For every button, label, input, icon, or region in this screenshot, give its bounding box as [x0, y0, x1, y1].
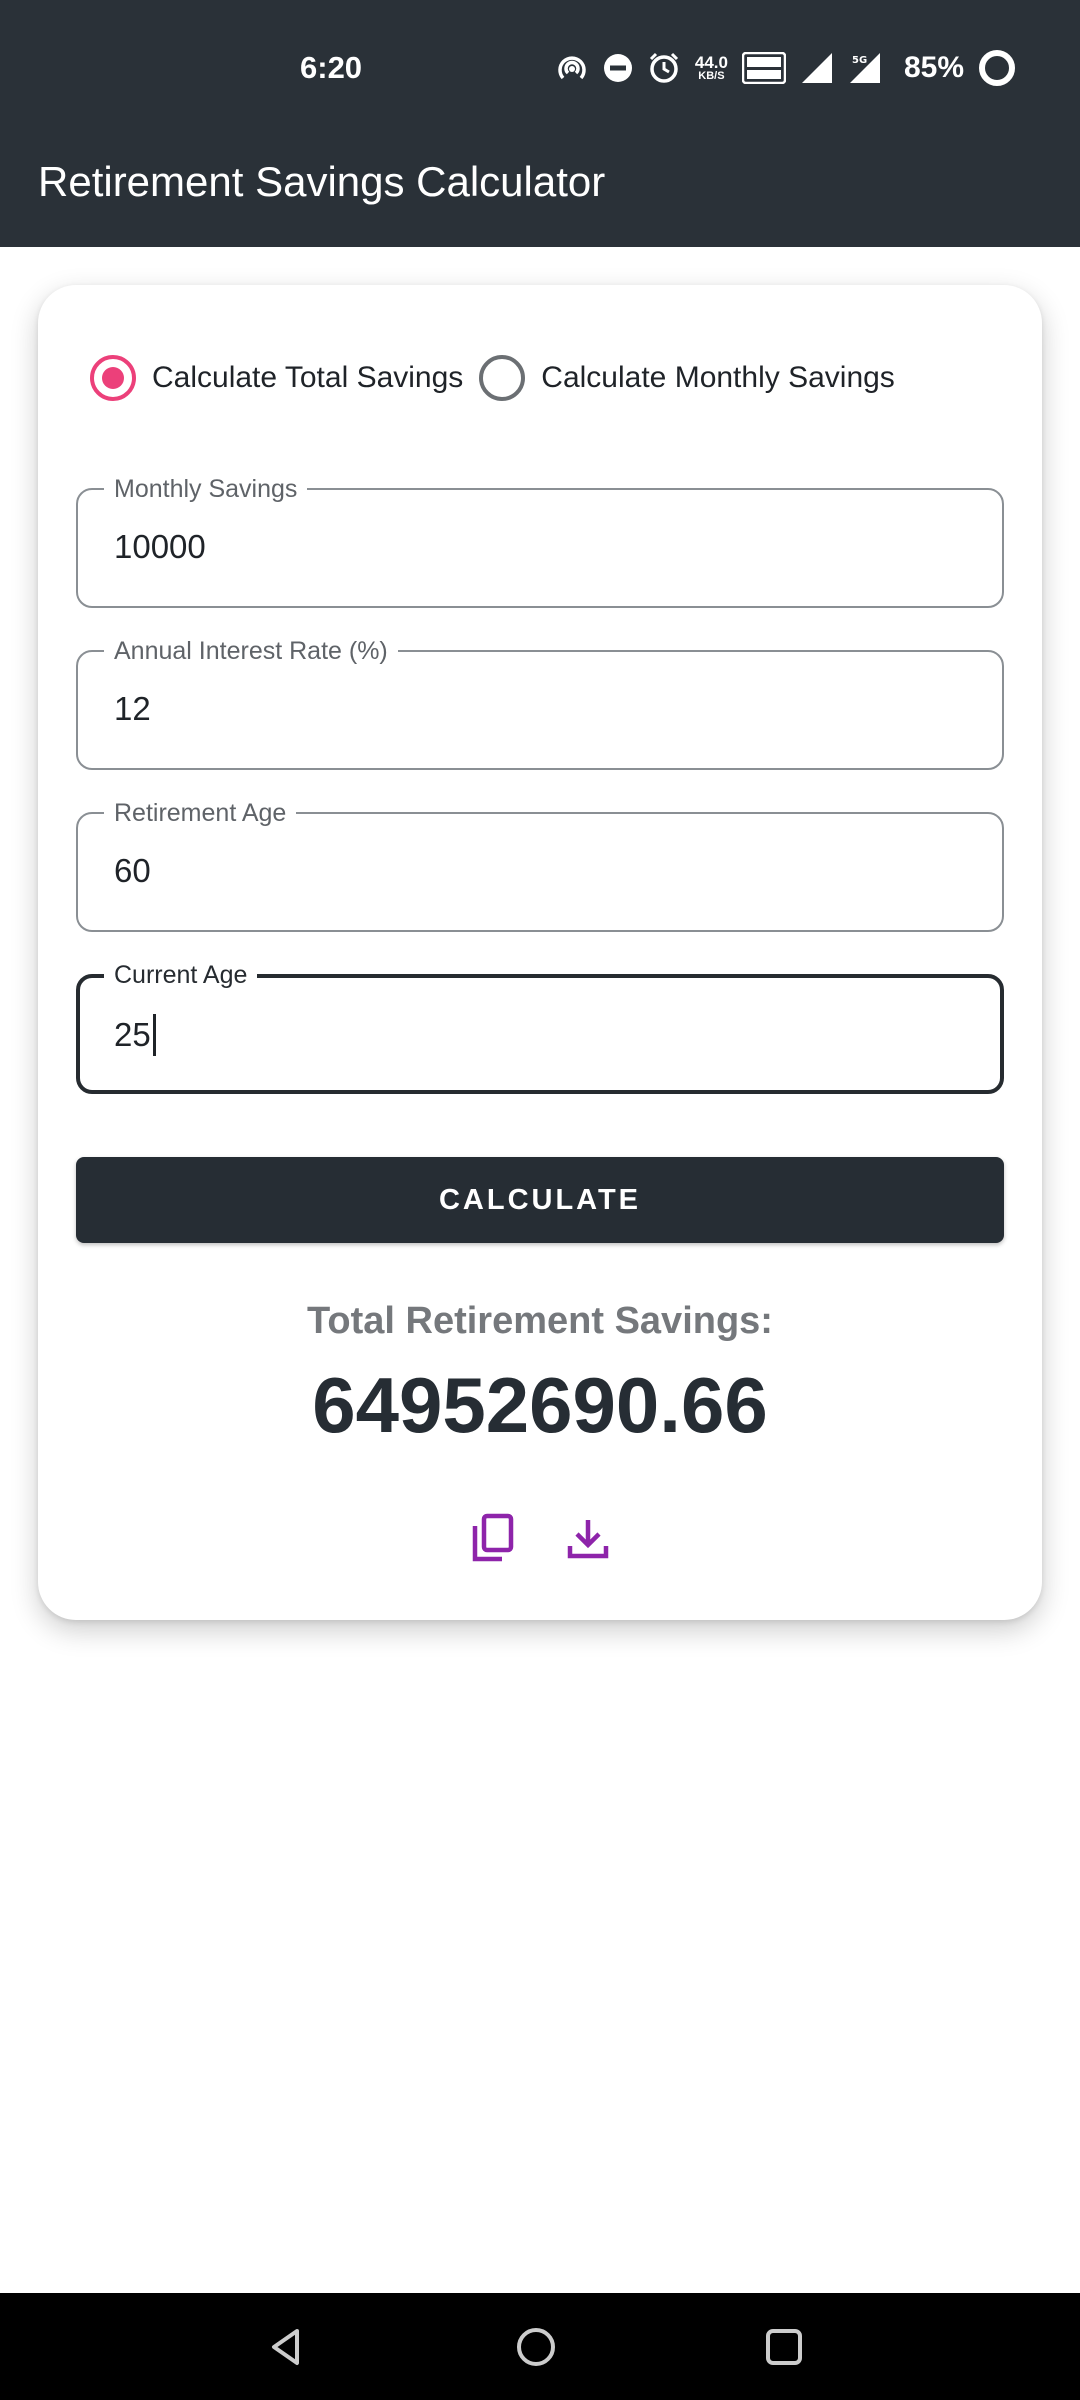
dnd-icon	[603, 53, 633, 83]
retirement-age-input[interactable]: 60	[114, 852, 151, 890]
current-age-label: Current Age	[104, 960, 258, 990]
result-actions	[38, 1513, 1042, 1563]
app-title: Retirement Savings Calculator	[38, 158, 606, 205]
signal-icon-1	[800, 51, 834, 85]
status-time: 6:20	[300, 50, 363, 85]
current-age-field[interactable]: Current Age 25	[76, 960, 1004, 1094]
radio-button-unchecked[interactable]	[479, 355, 526, 401]
radio-label-monthly-savings: Calculate Monthly Savings	[541, 361, 895, 394]
mode-radio-group: Calculate Total Savings Calculate Monthl…	[90, 355, 895, 401]
download-icon[interactable]	[565, 1513, 611, 1563]
radio-option-monthly-savings[interactable]: Calculate Monthly Savings	[479, 355, 895, 401]
radio-option-total-savings[interactable]: Calculate Total Savings	[90, 355, 463, 401]
battery-percent: 85%	[903, 51, 964, 84]
monthly-savings-field[interactable]: Monthly Savings 10000	[76, 474, 1004, 608]
network-speed: 44.0 KB/S	[694, 53, 728, 82]
retirement-age-label: Retirement Age	[104, 798, 297, 828]
monthly-savings-label: Monthly Savings	[104, 474, 308, 504]
calculator-card: Calculate Total Savings Calculate Monthl…	[38, 285, 1042, 1620]
interest-rate-label: Annual Interest Rate (%)	[104, 636, 398, 666]
result-label: Total Retirement Savings:	[307, 1300, 773, 1342]
hotspot-icon	[555, 51, 589, 85]
svg-text:5G: 5G	[852, 55, 867, 66]
status-icons: 44.0 KB/S 5G 85%	[555, 48, 1016, 88]
alarm-icon	[647, 51, 681, 85]
signal-5g-icon: 5G	[848, 51, 882, 85]
retirement-age-field[interactable]: Retirement Age 60	[76, 798, 1004, 932]
interest-rate-field[interactable]: Annual Interest Rate (%) 12	[76, 636, 1004, 770]
radio-button-checked[interactable]	[90, 355, 136, 401]
home-icon[interactable]	[508, 2319, 564, 2375]
copy-icon[interactable]	[469, 1513, 515, 1563]
radio-label-total-savings: Calculate Total Savings	[152, 361, 464, 394]
back-icon[interactable]	[258, 2319, 314, 2375]
app-bar: Retirement Savings Calculator	[0, 122, 1080, 247]
current-age-input[interactable]: 25	[114, 1014, 156, 1056]
monthly-savings-input[interactable]: 10000	[114, 528, 206, 566]
interest-rate-input[interactable]: 12	[114, 690, 151, 728]
recents-icon[interactable]	[756, 2319, 812, 2375]
battery-icon	[978, 49, 1016, 87]
result-value: 64952690.66	[312, 1361, 768, 1449]
system-nav-bar	[0, 2293, 1080, 2400]
calculate-button[interactable]: CALCULATE	[76, 1157, 1004, 1243]
text-cursor	[152, 1014, 156, 1056]
volte-icon	[741, 52, 786, 84]
status-bar: 6:20 44.0 KB/S 5G 85%	[0, 0, 1080, 122]
